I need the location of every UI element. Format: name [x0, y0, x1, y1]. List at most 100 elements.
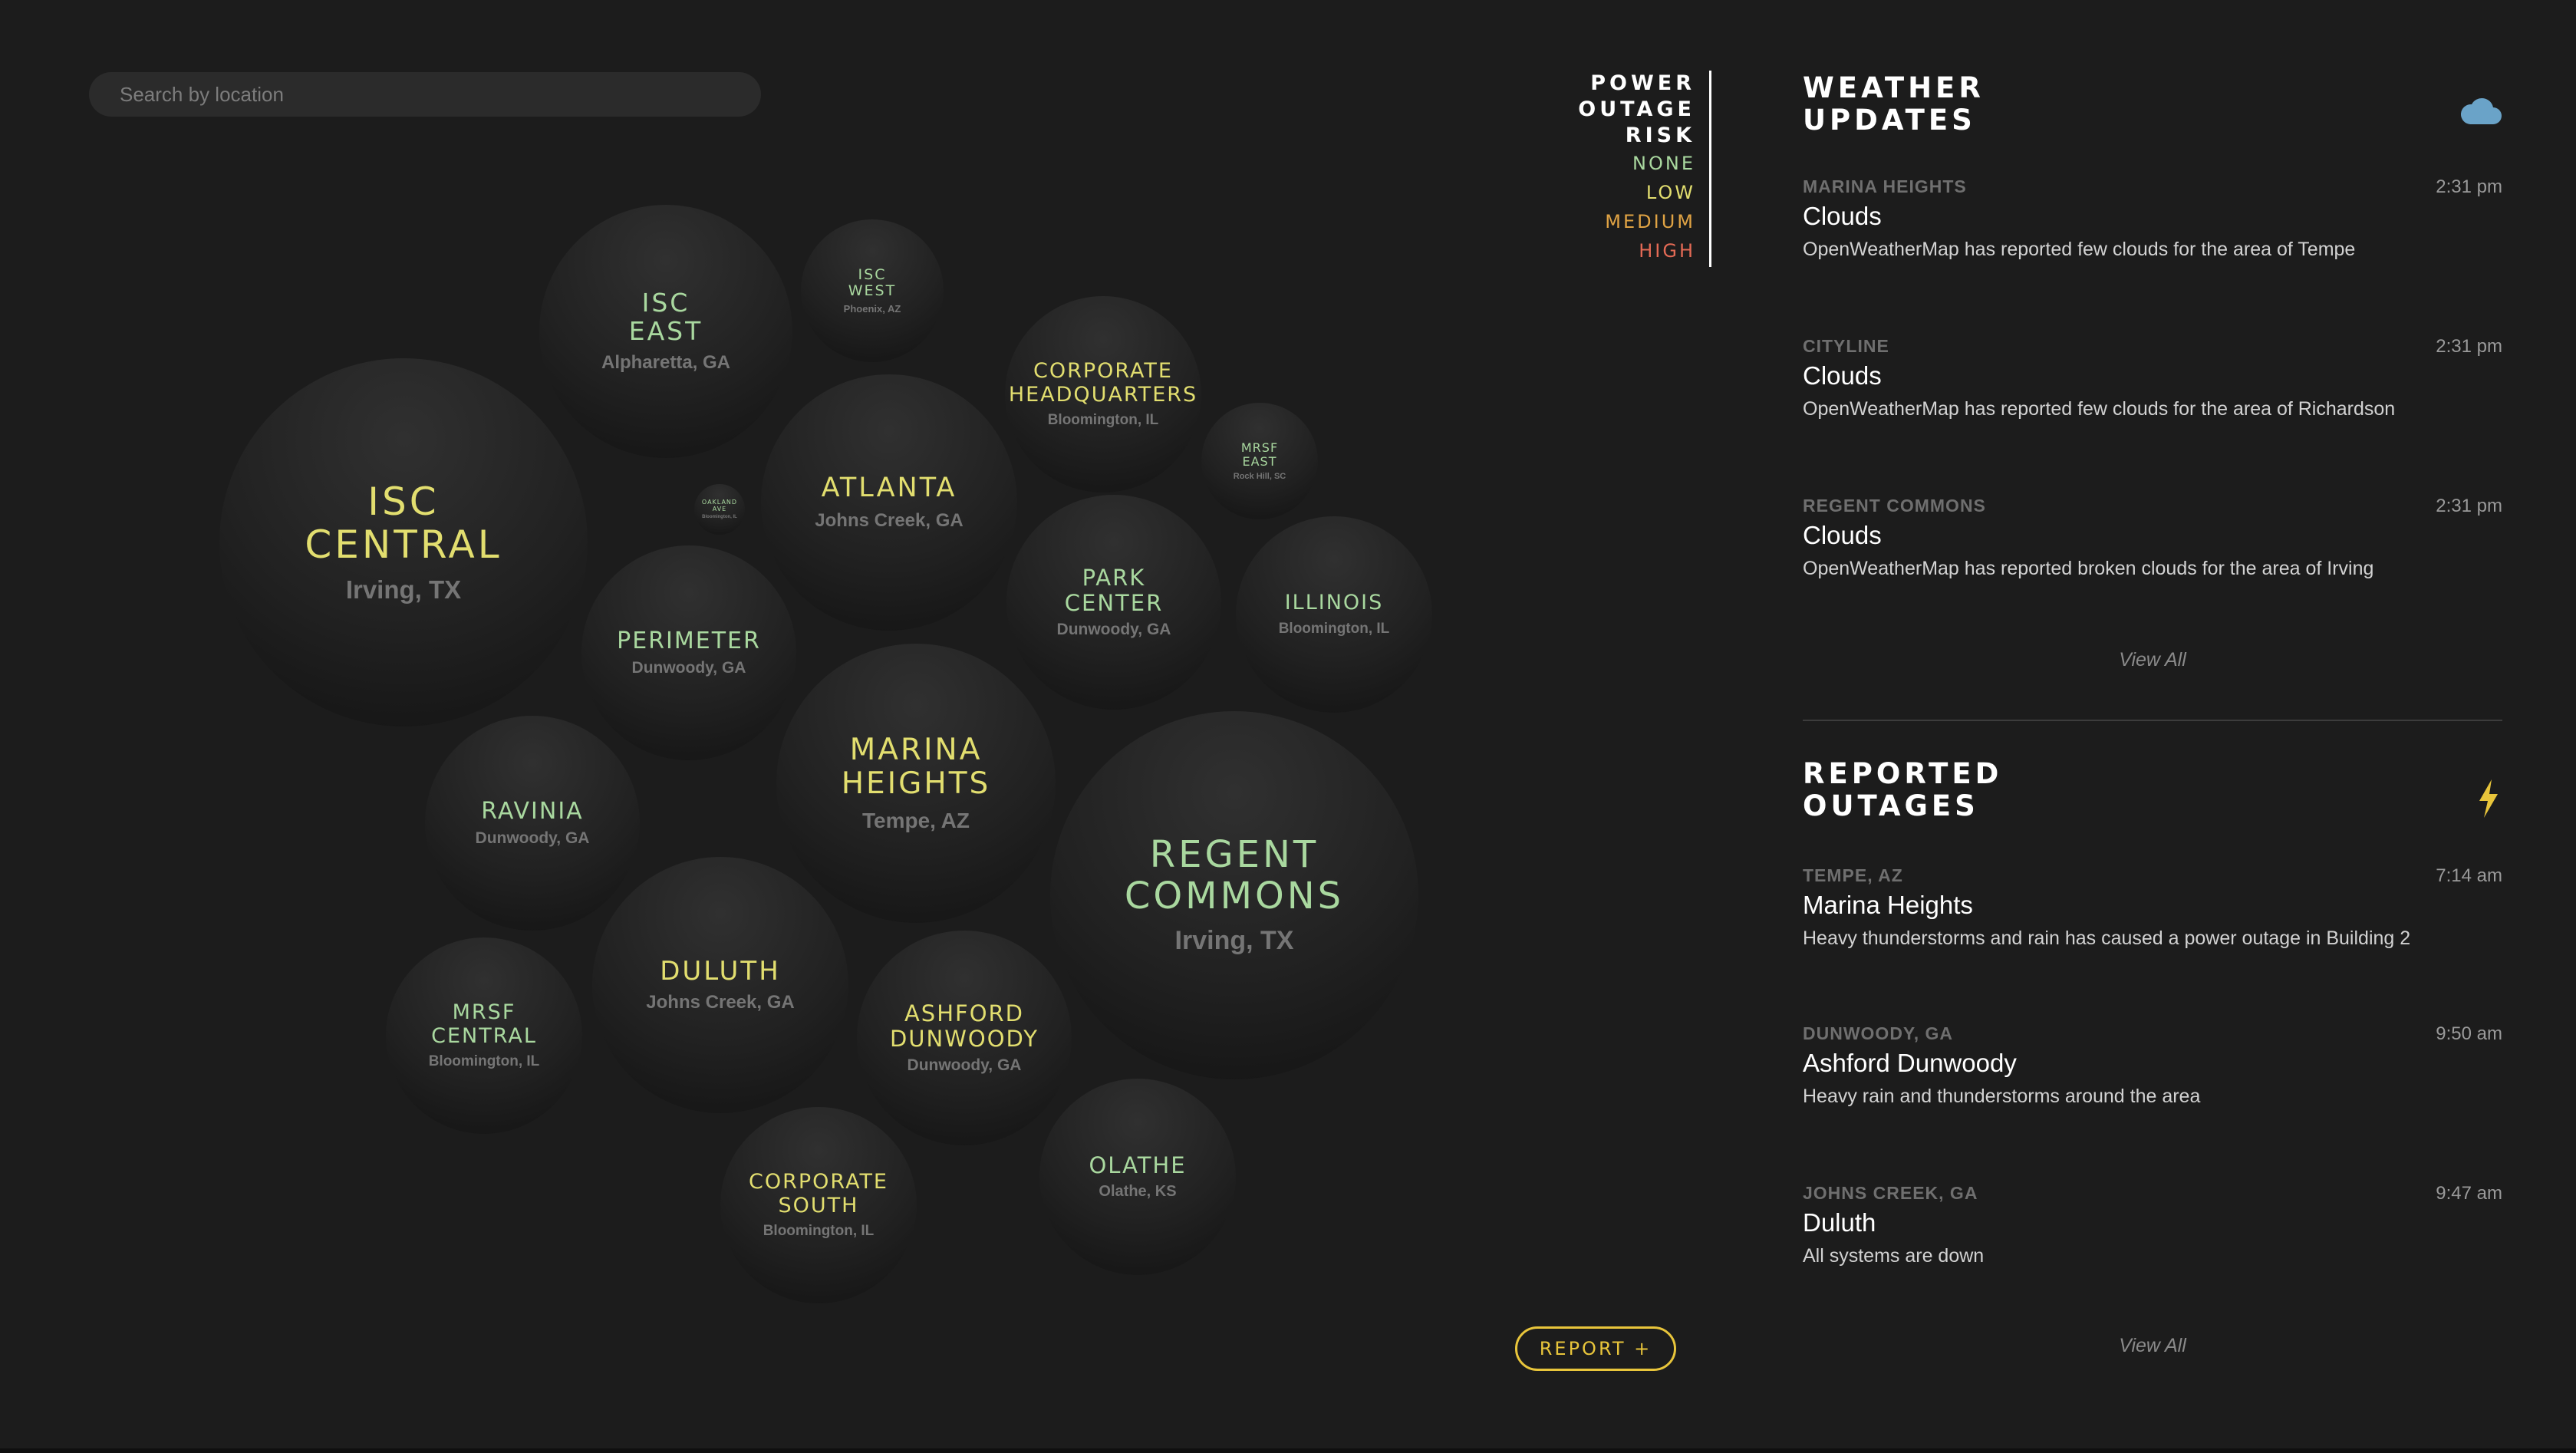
location-city: Alpharetta, GA [601, 351, 731, 373]
outage-item-body: All systems are down [1803, 1245, 1985, 1267]
location-city: Tempe, AZ [861, 808, 970, 832]
window-bottom-edge [0, 1448, 2576, 1453]
location-city: Irving, TX [345, 575, 462, 604]
outage-item-location: DUNWOODY, GA [1803, 1023, 1953, 1043]
location-city: Dunwoody, GA [631, 659, 746, 677]
location-city: Johns Creek, GA [646, 992, 795, 1013]
reported-outages-title: REPORTED OUTAGES [1803, 757, 2003, 822]
location-name: RAVINIA [481, 797, 584, 825]
location-name: REGENT COMMONS [1124, 832, 1345, 918]
location-city: Olathe, KS [1099, 1183, 1177, 1201]
location-bubble[interactable]: PARK CENTER Dunwoody, GA [1006, 495, 1221, 710]
location-bubble[interactable]: OLATHE Olathe, KS [1039, 1079, 1236, 1275]
weather-item-time: 2:31 pm [2436, 176, 2502, 197]
location-bubble[interactable]: RAVINIA Dunwoody, GA [425, 716, 640, 931]
legend-title: POWER OUTAGE RISK [1578, 71, 1695, 147]
location-name: DULUTH [660, 955, 781, 987]
location-bubble[interactable]: OAKLAND AVE Bloomington, IL [694, 484, 745, 535]
location-name: CORPORATE HEADQUARTERS [1008, 359, 1198, 407]
location-city: Bloomington, IL [1278, 620, 1390, 637]
outage-item-body: Heavy rain and thunderstorms around the … [1803, 1086, 2201, 1107]
weather-item-headline: Clouds [1803, 202, 1882, 230]
lightning-bolt-icon [2476, 779, 2501, 821]
legend-item-high: HIGH [1639, 240, 1695, 262]
location-name: ATLANTA [821, 473, 957, 504]
weather-item-time: 2:31 pm [2436, 336, 2502, 357]
search-bar[interactable] [89, 72, 761, 117]
location-bubble[interactable]: CORPORATE HEADQUARTERS Bloomington, IL [1005, 296, 1201, 493]
location-bubble[interactable]: ATLANTA Johns Creek, GA [761, 374, 1017, 631]
location-bubble[interactable]: ISC WEST Phoenix, AZ [801, 219, 944, 362]
outage-item[interactable]: TEMPE, AZ 7:14 am Marina Heights Heavy t… [1803, 865, 2502, 950]
location-bubble[interactable]: REGENT COMMONS Irving, TX [1050, 711, 1418, 1079]
location-bubble[interactable]: DULUTH Johns Creek, GA [592, 857, 848, 1113]
location-bubble[interactable]: ILLINOIS Bloomington, IL [1236, 516, 1432, 713]
outage-item-time: 7:14 am [2436, 865, 2502, 886]
weather-item-time: 2:31 pm [2436, 496, 2502, 516]
panel-divider [1803, 720, 2502, 721]
weather-item-headline: Clouds [1803, 521, 1882, 549]
outage-item-site: Marina Heights [1803, 891, 1973, 919]
location-name: ISC EAST [628, 288, 703, 346]
risk-legend: POWER OUTAGE RISK NONE LOW MEDIUM HIGH [1504, 71, 1695, 265]
weather-item[interactable]: REGENT COMMONS 2:31 pm Clouds OpenWeathe… [1803, 496, 2502, 580]
weather-updates-panel: WEATHER UPDATES MARINA HEIGHTS 2:31 pm C… [1803, 72, 2502, 686]
location-name: CORPORATE SOUTH [749, 1170, 888, 1217]
location-bubble[interactable]: MRSF EAST Rock Hill, SC [1201, 403, 1318, 519]
outage-item-time: 9:50 am [2436, 1023, 2502, 1044]
outage-item[interactable]: DUNWOODY, GA 9:50 am Ashford Dunwoody He… [1803, 1023, 2502, 1108]
location-name: ASHFORD DUNWOODY [889, 1000, 1039, 1052]
outage-item-body: Heavy thunderstorms and rain has caused … [1803, 927, 2411, 949]
location-name: PARK CENTER [1064, 565, 1164, 616]
location-city: Bloomington, IL [1047, 411, 1159, 428]
reported-outages-panel: REPORTED OUTAGES TEMPE, AZ 7:14 am Marin… [1803, 758, 2502, 1364]
location-city: Bloomington, IL [702, 514, 737, 519]
weather-item-headline: Clouds [1803, 361, 1882, 390]
outage-item[interactable]: JOHNS CREEK, GA 9:47 am Duluth All syste… [1803, 1183, 2502, 1267]
location-city: Bloomington, IL [763, 1222, 875, 1239]
location-name: ISC WEST [848, 265, 897, 299]
location-city: Phoenix, AZ [843, 303, 901, 315]
outage-item-location: JOHNS CREEK, GA [1803, 1183, 1978, 1203]
location-city: Johns Creek, GA [815, 509, 964, 531]
legend-item-medium: MEDIUM [1605, 211, 1695, 232]
search-input[interactable] [118, 81, 732, 107]
location-name: OLATHE [1089, 1152, 1187, 1178]
location-bubble[interactable]: CORPORATE SOUTH Bloomington, IL [720, 1107, 917, 1303]
legend-item-low: LOW [1645, 182, 1695, 203]
location-city: Dunwoody, GA [907, 1056, 1022, 1074]
location-bubble[interactable]: ASHFORD DUNWOODY Dunwoody, GA [857, 931, 1072, 1145]
location-name: PERIMETER [617, 627, 761, 654]
weather-item[interactable]: CITYLINE 2:31 pm Clouds OpenWeatherMap h… [1803, 336, 2502, 420]
location-bubble[interactable]: ISC EAST Alpharetta, GA [539, 205, 792, 458]
outage-item-location: TEMPE, AZ [1803, 865, 1903, 885]
location-name: OAKLAND AVE [701, 499, 738, 512]
location-name: MARINA HEIGHTS [841, 733, 991, 801]
weather-item[interactable]: MARINA HEIGHTS 2:31 pm Clouds OpenWeathe… [1803, 176, 2502, 261]
location-city: Rock Hill, SC [1233, 471, 1286, 481]
weather-item-location: REGENT COMMONS [1803, 496, 1986, 516]
weather-item-body: OpenWeatherMap has reported broken cloud… [1803, 558, 2374, 579]
location-city: Dunwoody, GA [475, 829, 590, 848]
location-bubble[interactable]: ISC CENTRAL Irving, TX [219, 358, 588, 726]
location-bubble[interactable]: MARINA HEIGHTS Tempe, AZ [776, 644, 1056, 923]
weather-updates-title: WEATHER UPDATES [1803, 71, 1985, 137]
legend-divider [1709, 71, 1711, 267]
location-name: ILLINOIS [1284, 591, 1384, 615]
report-button[interactable]: REPORT + [1515, 1326, 1676, 1371]
outage-item-site: Ashford Dunwoody [1803, 1049, 2017, 1077]
outages-view-all-link[interactable]: View All [1803, 1335, 2502, 1357]
weather-view-all-link[interactable]: View All [1803, 649, 2502, 671]
cloud-icon [2459, 95, 2502, 129]
location-name: MRSF CENTRAL [431, 1000, 537, 1048]
weather-item-body: OpenWeatherMap has reported few clouds f… [1803, 239, 2356, 260]
location-city: Bloomington, IL [428, 1053, 540, 1069]
location-city: Irving, TX [1174, 926, 1294, 956]
outage-item-time: 9:47 am [2436, 1183, 2502, 1204]
legend-item-none: NONE [1632, 153, 1695, 174]
location-bubble[interactable]: MRSF CENTRAL Bloomington, IL [386, 937, 582, 1134]
location-city: Dunwoody, GA [1056, 620, 1171, 638]
location-bubble[interactable]: PERIMETER Dunwoody, GA [581, 545, 796, 760]
weather-item-body: OpenWeatherMap has reported few clouds f… [1803, 398, 2396, 420]
weather-item-location: MARINA HEIGHTS [1803, 176, 1967, 196]
